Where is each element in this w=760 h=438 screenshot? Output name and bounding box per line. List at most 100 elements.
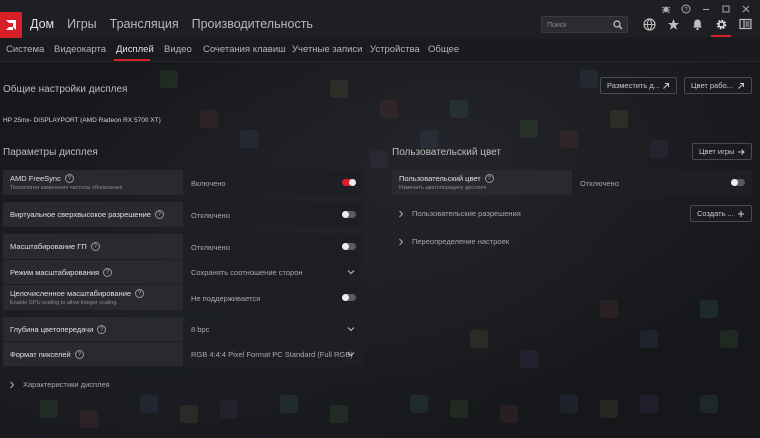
vsr-label: Виртуальное сверхвысокое разрешение [10, 210, 151, 219]
create-button-label: Создать ... [697, 209, 734, 218]
setting-row-scaling-mode: Режим масштабирования ? Сохранять соотно… [3, 260, 363, 284]
custom-color-value: Отключено [580, 179, 619, 188]
minimize-icon[interactable] [700, 3, 711, 14]
help-icon[interactable]: ? [74, 350, 84, 359]
custom-color-label-wrap: Пользовательский цвет ? [399, 174, 494, 183]
pixel-format-value: RGB 4:4:4 Pixel Format PC Standard (Full… [191, 350, 353, 359]
setting-row-integer-scaling: Целочисленное масштабирование ? Enable G… [3, 285, 363, 310]
tab-graphics[interactable]: Видеокарта [54, 44, 106, 55]
help-icon[interactable]: ? [97, 325, 107, 334]
chevron-right-icon [10, 381, 15, 388]
chevron-right-icon [399, 238, 404, 245]
background-tile [200, 110, 218, 128]
layout-button[interactable]: Разместить д... [600, 77, 677, 94]
help-icon[interactable]: ? [64, 174, 74, 183]
integer-scaling-label-wrap: Целочисленное масштабирование ? [10, 289, 145, 298]
tab-system[interactable]: Система [6, 44, 44, 55]
settings-tabs: Система Видеокарта Дисплей Видео Сочетан… [0, 38, 760, 62]
tab-video[interactable]: Видео [164, 44, 192, 55]
pixel-format-label: Формат пикселей [10, 350, 71, 359]
background-tile [280, 395, 298, 413]
game-color-button[interactable]: Цвет игры [692, 143, 752, 160]
game-color-button-label: Цвет игры [699, 147, 735, 156]
active-tab-indicator [114, 59, 150, 61]
external-arrow-icon [663, 82, 669, 89]
nav-games[interactable]: Игры [67, 17, 96, 31]
tab-devices[interactable]: Устройства [370, 44, 420, 55]
background-tile [560, 130, 578, 148]
background-tile [180, 405, 198, 423]
custom-color-sublabel: Изменить цветопередачу дисплея [399, 185, 487, 191]
background-tile [470, 330, 488, 348]
display-characteristics-label: Характеристики дисплея [23, 380, 110, 389]
vsr-value: Отключено [191, 211, 230, 220]
bug-report-icon[interactable] [660, 3, 671, 14]
freesync-value: Включено [191, 179, 226, 188]
help-icon[interactable]: ? [90, 242, 100, 251]
gpu-scaling-label-wrap: Масштабирование ГП ? [10, 242, 100, 251]
nav-home[interactable]: Дом [30, 17, 54, 31]
integer-scaling-toggle[interactable] [342, 294, 356, 301]
search-icon[interactable] [613, 20, 623, 30]
star-icon[interactable] [666, 17, 680, 31]
integer-scaling-sublabel: Enable GPU scaling to allow integer scal… [10, 300, 118, 306]
setting-row-gpu-scaling: Масштабирование ГП ? Отключено [3, 234, 363, 259]
background-tile [580, 70, 598, 88]
setting-row-pixel-format: Формат пикселей ? RGB 4:4:4 Pixel Format… [3, 342, 363, 366]
background-tile [220, 400, 238, 418]
integer-scaling-label: Целочисленное масштабирование [10, 289, 132, 298]
custom-resolutions-label: Пользовательские разрешения [412, 209, 521, 218]
bell-icon[interactable] [690, 17, 704, 31]
background-tile [520, 120, 538, 138]
arrow-right-icon [738, 148, 745, 155]
tab-display[interactable]: Дисплей [116, 44, 154, 55]
custom-resolutions-expander[interactable]: Пользовательские разрешения [398, 209, 521, 218]
create-button[interactable]: Создать ... [690, 205, 752, 222]
help-icon[interactable]: ? [484, 174, 494, 183]
color-depth-value: 8 bpc [191, 325, 210, 334]
monitor-name: HP 25mx- DISPLAYPORT (AMD Radeon RX 5700… [3, 117, 161, 124]
color-depth-dropdown[interactable] [183, 317, 363, 341]
custom-color-toggle[interactable] [731, 179, 745, 186]
main-nav: Дом Игры Трансляция Производительность [30, 17, 313, 31]
display-characteristics-expander[interactable]: Характеристики дисплея [9, 380, 110, 389]
background-tile [700, 300, 718, 318]
chevron-down-icon [347, 327, 355, 332]
background-tile [700, 395, 718, 413]
search-box[interactable] [541, 16, 628, 33]
vsr-toggle[interactable] [342, 211, 356, 218]
sidebar-panel-icon[interactable] [738, 17, 752, 31]
help-icon[interactable]: ? [154, 210, 164, 219]
background-tile [640, 330, 658, 348]
layout-button-label: Разместить д... [607, 81, 661, 90]
background-tile [600, 400, 618, 418]
pixel-format-label-wrap: Формат пикселей ? [10, 350, 84, 359]
background-tile [450, 400, 468, 418]
search-input[interactable] [547, 19, 615, 31]
gear-icon[interactable] [711, 17, 731, 37]
background-tile [560, 395, 578, 413]
desktop-color-button[interactable]: Цвет рабо... [684, 77, 752, 94]
gpu-scaling-toggle[interactable] [342, 243, 356, 250]
nav-streaming[interactable]: Трансляция [110, 17, 179, 31]
amd-logo[interactable] [0, 12, 22, 38]
help-icon[interactable]: ? [135, 289, 145, 298]
chevron-right-icon [399, 210, 404, 217]
help-icon[interactable]: ? [680, 3, 691, 14]
help-icon[interactable]: ? [103, 268, 113, 277]
globe-icon[interactable] [642, 17, 656, 31]
nav-performance[interactable]: Производительность [192, 17, 313, 31]
freesync-toggle[interactable] [342, 179, 356, 186]
tab-accounts[interactable]: Учетные записи [292, 44, 362, 55]
color-depth-label: Глубина цветопередачи [10, 325, 94, 334]
gpu-scaling-value: Отключено [191, 243, 230, 252]
override-settings-expander[interactable]: Переопределение настроек [398, 237, 509, 246]
override-settings-label: Переопределение настроек [412, 237, 510, 246]
top-icons [642, 17, 752, 37]
tab-general[interactable]: Общее [428, 44, 459, 55]
freesync-label-wrap: AMD FreeSync ? [10, 174, 74, 183]
maximize-icon[interactable] [720, 3, 731, 14]
tab-hotkeys[interactable]: Сочетания клавиш [203, 44, 286, 55]
close-icon[interactable] [740, 3, 751, 14]
background-tile [520, 350, 538, 368]
